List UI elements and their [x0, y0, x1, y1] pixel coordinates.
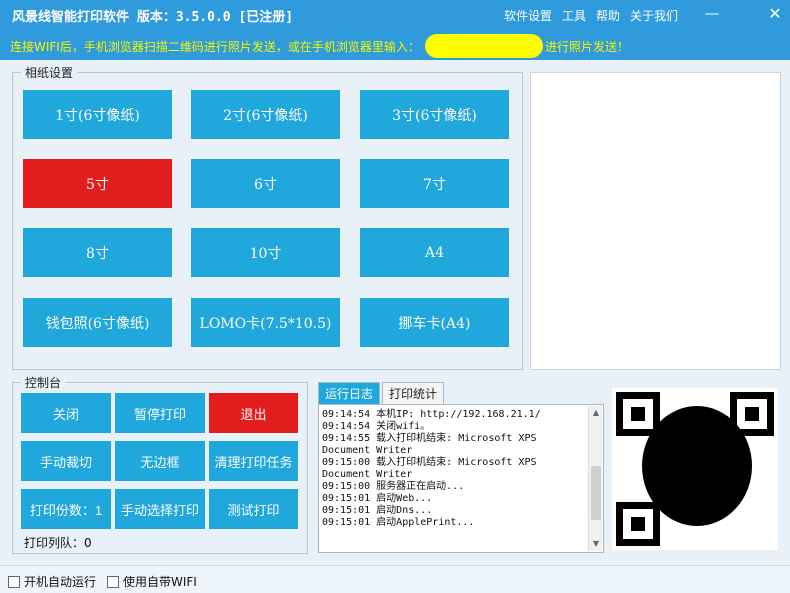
paper-a4-button[interactable]: A4 [360, 228, 509, 277]
info-text: 连接WIFI后，手机浏览器扫描二维码进行照片发送，或在手机浏览器里输入： [10, 40, 420, 54]
exit-button[interactable]: 退出 [209, 393, 298, 433]
test-print-button[interactable]: 测试打印 [209, 489, 298, 529]
menu-help[interactable]: 帮助 [596, 7, 620, 24]
qr-finder-bottom-left [616, 502, 660, 546]
paper-1inch-button[interactable]: 1寸(6寸像纸) [23, 90, 172, 139]
minimize-icon[interactable]: — [700, 4, 724, 24]
console-title: 控制台 [21, 374, 66, 391]
paper-8inch-button[interactable]: 8寸 [23, 228, 172, 277]
menu-software-settings[interactable]: 软件设置 [504, 7, 552, 24]
close-icon[interactable]: ✕ [763, 4, 787, 24]
paper-lomo-button[interactable]: LOMO卡(7.5*10.5) [191, 298, 340, 347]
close-button[interactable]: 关闭 [21, 393, 111, 433]
paper-settings-title: 相纸设置 [21, 64, 78, 81]
borderless-button[interactable]: 无边框 [115, 441, 205, 481]
use-builtin-wifi-checkbox[interactable]: 使用自带WIFI [107, 573, 197, 590]
checkbox-box[interactable] [8, 575, 20, 588]
info-text-suffix: 进行照片发送！ [545, 40, 630, 54]
menu-tools[interactable]: 工具 [562, 7, 586, 24]
menu-bar: 软件设置 工具 帮助 关于我们 [504, 7, 678, 24]
scroll-up-icon[interactable]: ▲ [589, 406, 603, 420]
log-text: 09:14:54 本机IP: http://192.168.21.1/ 09:1… [322, 409, 541, 528]
paper-7inch-button[interactable]: 7寸 [360, 159, 509, 208]
paper-wallet-button[interactable]: 钱包照(6寸像纸) [23, 298, 172, 347]
paper-parking-card-button[interactable]: 挪车卡(A4) [360, 298, 509, 347]
paper-10inch-button[interactable]: 10寸 [191, 228, 340, 277]
manual-select-print-button[interactable]: 手动选择打印 [115, 489, 205, 529]
log-tabs: 运行日志 打印统计 [318, 382, 445, 404]
title-bar: 风景线智能打印软件 版本：3.5.0.0 [已注册] 软件设置 工具 帮助 关于… [0, 0, 790, 30]
info-bar: 连接WIFI后，手机浏览器扫描二维码进行照片发送，或在手机浏览器里输入： 进行照… [0, 30, 790, 60]
paper-6inch-button[interactable]: 6寸 [191, 159, 340, 208]
bottom-bar: 开机自动运行 使用自带WIFI [0, 565, 790, 593]
print-queue-label: 打印列队：0 [24, 536, 92, 550]
redacted-address [425, 34, 543, 58]
log-scrollbar[interactable]: ▲ ▼ [588, 406, 602, 551]
manual-crop-button[interactable]: 手动裁切 [21, 441, 111, 481]
log-box: 09:14:54 本机IP: http://192.168.21.1/ 09:1… [318, 404, 604, 553]
wifi-label: 使用自带WIFI [123, 575, 197, 589]
paper-5inch-button[interactable]: 5寸 [23, 159, 172, 208]
menu-about[interactable]: 关于我们 [630, 7, 678, 24]
qr-redaction [642, 406, 752, 526]
tab-run-log[interactable]: 运行日志 [318, 382, 381, 404]
autostart-label: 开机自动运行 [24, 575, 97, 589]
tab-print-stats[interactable]: 打印统计 [382, 382, 445, 404]
paper-3inch-button[interactable]: 3寸(6寸像纸) [360, 90, 509, 139]
clear-print-jobs-button[interactable]: 清理打印任务 [209, 441, 298, 481]
autostart-checkbox[interactable]: 开机自动运行 [8, 573, 96, 590]
scroll-down-icon[interactable]: ▼ [589, 537, 603, 551]
paper-2inch-button[interactable]: 2寸(6寸像纸) [191, 90, 340, 139]
app-title: 风景线智能打印软件 版本：3.5.0.0 [已注册] [12, 10, 294, 25]
scroll-thumb[interactable] [591, 466, 601, 520]
checkbox-box[interactable] [107, 575, 119, 588]
print-copies-button[interactable]: 打印份数：1 [21, 489, 111, 529]
pause-print-button[interactable]: 暂停打印 [115, 393, 205, 433]
qr-code [612, 388, 778, 550]
photo-preview-panel [530, 72, 781, 370]
